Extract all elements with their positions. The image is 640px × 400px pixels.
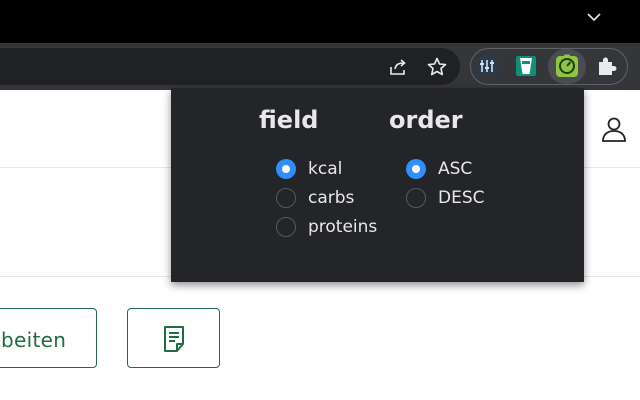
equalizer-icon[interactable]	[474, 53, 500, 79]
order-heading: order	[389, 106, 463, 134]
order-option-desc[interactable]: DESC	[406, 188, 485, 208]
notes-button[interactable]	[127, 308, 220, 368]
user-icon[interactable]	[600, 115, 628, 143]
radio-proteins[interactable]	[276, 217, 296, 237]
cup-icon[interactable]	[513, 53, 539, 79]
browser-titlebar	[0, 0, 640, 43]
radio-kcal[interactable]	[276, 159, 296, 179]
option-label: proteins	[308, 217, 378, 237]
order-option-asc[interactable]: ASC	[406, 159, 472, 179]
option-label: carbs	[308, 188, 355, 208]
note-icon	[164, 326, 184, 352]
edit-button[interactable]: beiten	[0, 308, 97, 368]
option-label: kcal	[308, 159, 343, 179]
option-label: DESC	[438, 188, 485, 208]
sort-popup	[171, 88, 584, 282]
puzzle-icon[interactable]	[594, 53, 620, 79]
star-icon[interactable]	[424, 54, 450, 80]
field-option-carbs[interactable]: carbs	[276, 188, 354, 208]
radio-carbs[interactable]	[276, 188, 296, 208]
scale-icon[interactable]	[554, 53, 580, 79]
chevron-down-icon[interactable]	[585, 10, 603, 24]
edit-button-label: beiten	[1, 328, 67, 352]
radio-asc[interactable]	[406, 159, 426, 179]
field-option-proteins[interactable]: proteins	[276, 217, 377, 237]
radio-desc[interactable]	[406, 188, 426, 208]
option-label: ASC	[438, 159, 473, 179]
field-heading: field	[259, 106, 319, 134]
share-icon[interactable]	[385, 54, 411, 80]
field-option-kcal[interactable]: kcal	[276, 159, 342, 179]
